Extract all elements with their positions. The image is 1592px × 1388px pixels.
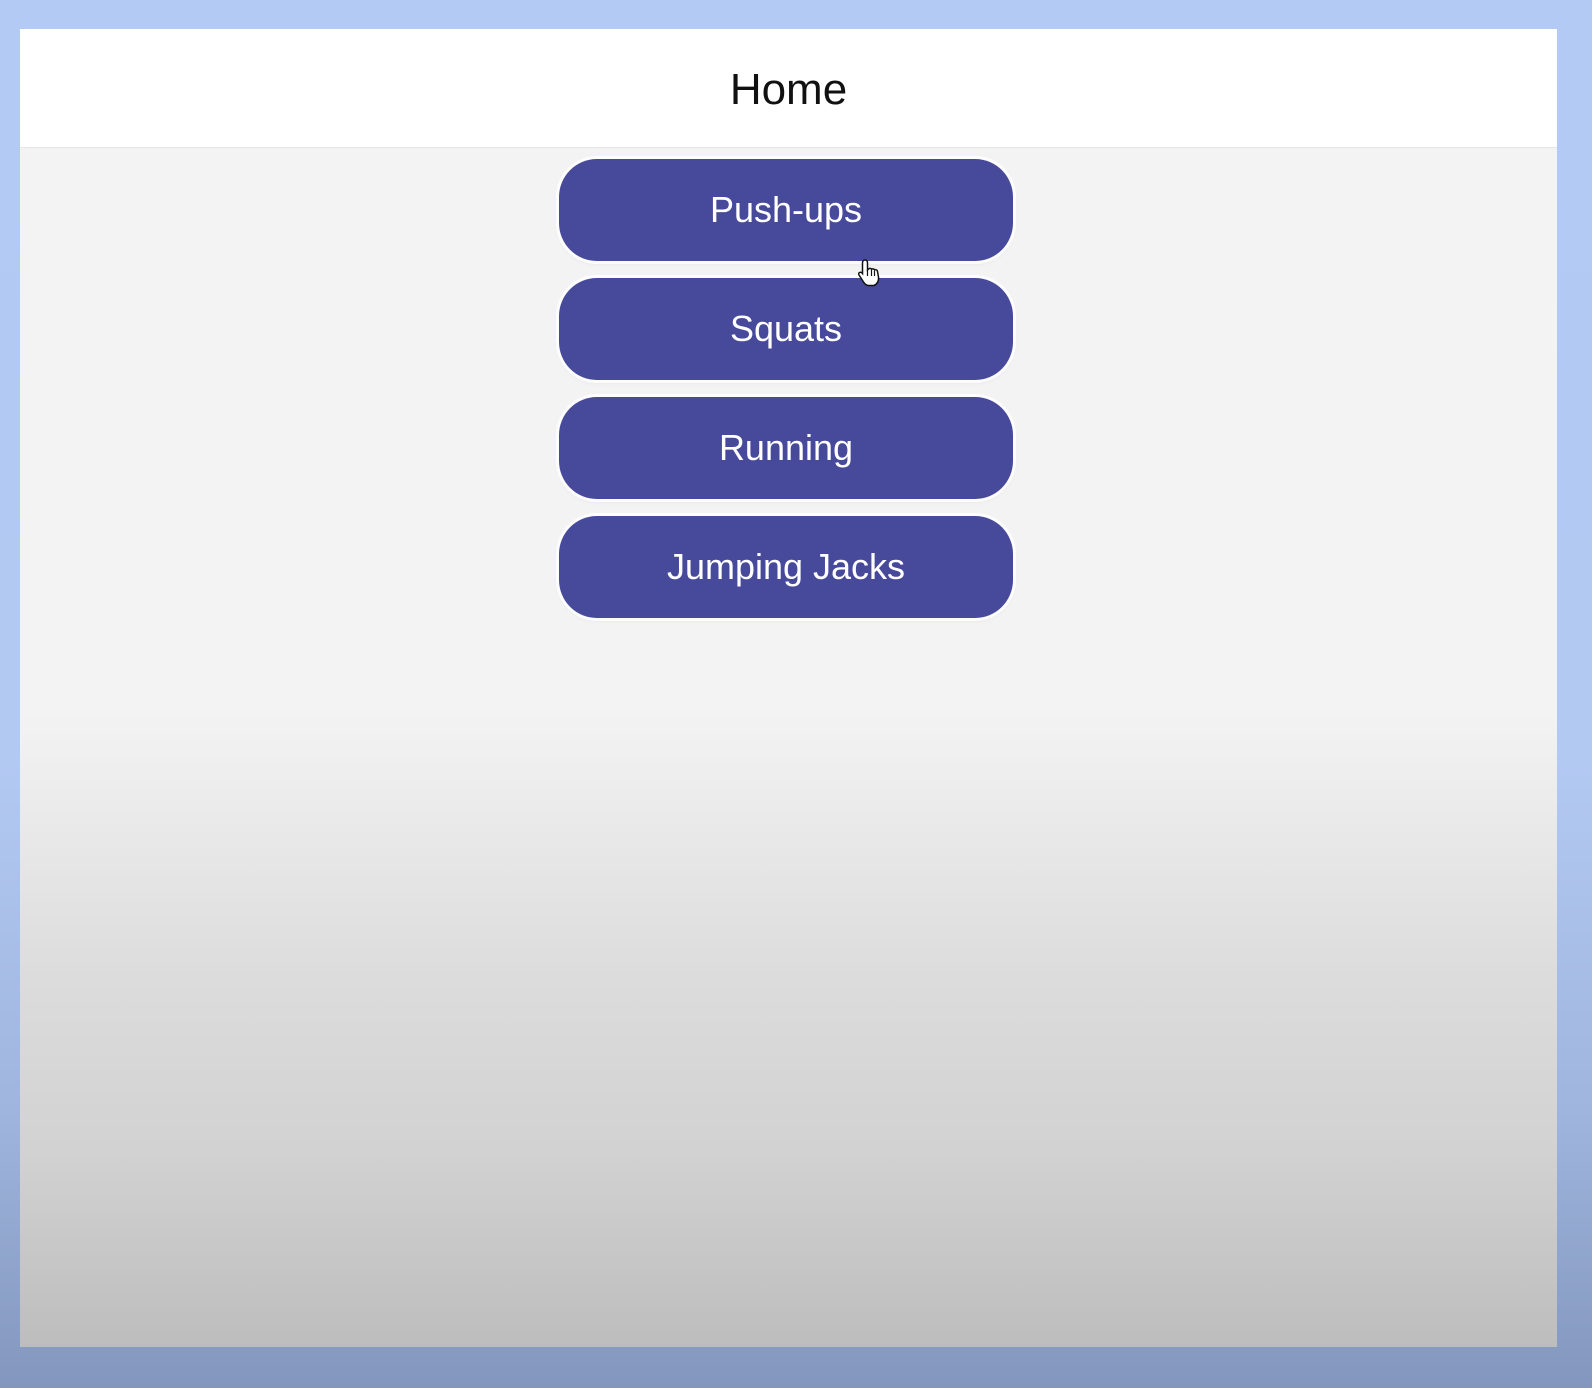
header-bar: Home <box>20 29 1557 148</box>
squats-button[interactable]: Squats <box>559 278 1013 380</box>
jumping-jacks-button[interactable]: Jumping Jacks <box>559 516 1013 618</box>
page-title: Home <box>729 65 848 114</box>
exercise-list: Push-ups Squats Running Jumping Jacks <box>559 159 1013 635</box>
running-button[interactable]: Running <box>559 397 1013 499</box>
push-ups-button[interactable]: Push-ups <box>559 159 1013 261</box>
app-window: Home Push-ups Squats Running Jumping Jac… <box>20 29 1557 1347</box>
